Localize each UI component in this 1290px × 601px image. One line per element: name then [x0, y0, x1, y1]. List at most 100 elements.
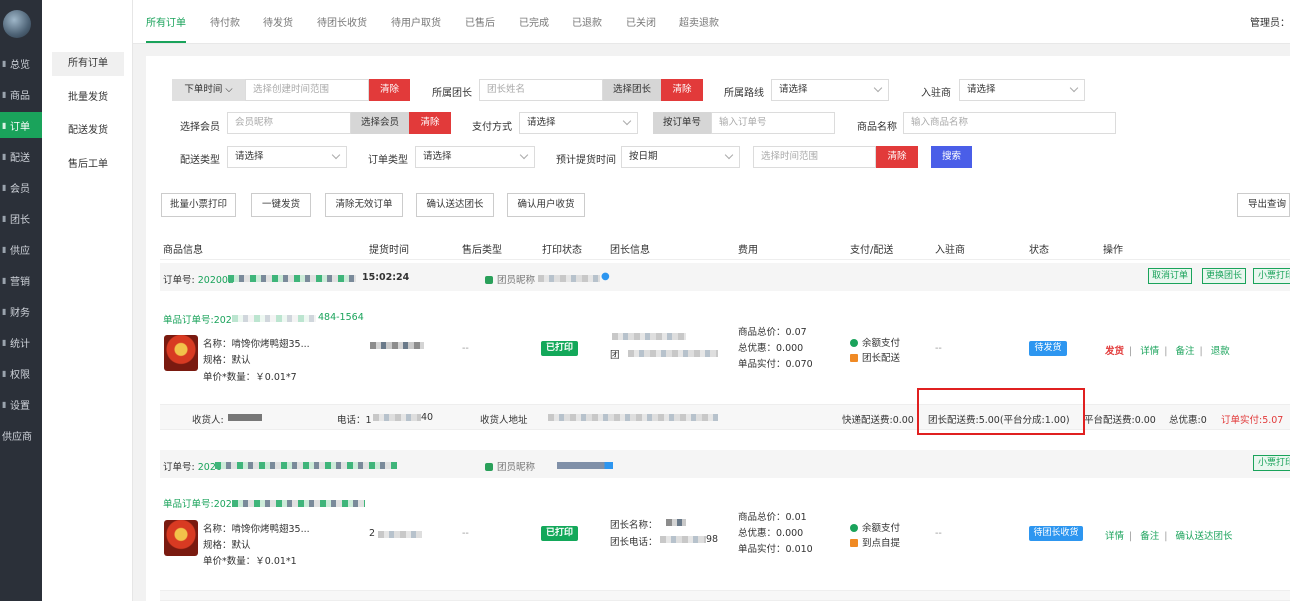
delivery-icon: ▮	[2, 151, 7, 161]
order-no-input[interactable]: 输入订单号	[711, 112, 835, 134]
goods-price-qty: 单价*数量：￥0.01*7	[203, 372, 297, 383]
sidebar-item-member[interactable]: ▮ 会员	[0, 174, 42, 200]
choose-member-button[interactable]: 选择会员	[351, 112, 409, 134]
leader-prefix: 团	[610, 350, 620, 361]
route-select[interactable]: 请选择	[771, 79, 889, 101]
tab-pending-leader-receipt[interactable]: 待团长收货	[317, 14, 367, 29]
sidebar-item-delivery[interactable]: ▮ 配送	[0, 143, 42, 169]
sidebar-item-settings[interactable]: ▮ 设置	[0, 391, 42, 417]
confirm-user-receipt-button[interactable]: 确认用户收货	[507, 193, 585, 217]
clear-invalid-orders-button[interactable]: 清除无效订单	[325, 193, 403, 217]
clear-pickup-time-button[interactable]: 清除	[876, 146, 918, 168]
subnav-after-sale[interactable]: 售后工单	[52, 153, 124, 177]
goods-name-input[interactable]: 输入商品名称	[903, 112, 1116, 134]
order-time-range-input[interactable]: 选择创建时间范围	[245, 79, 369, 101]
redacted-leader-name	[666, 519, 686, 526]
express-fee: 快递配送费:0.00	[842, 415, 914, 426]
merchant-select[interactable]: 请选择	[959, 79, 1085, 101]
ship-link[interactable]: 发货	[1105, 346, 1124, 357]
sidebar-item-marketing[interactable]: ▮ 营销	[0, 267, 42, 293]
payment-select[interactable]: 请选择	[519, 112, 638, 134]
tab-closed[interactable]: 已关闭	[626, 14, 656, 29]
sidebar-item-supply[interactable]: ▮ 供应	[0, 236, 42, 262]
choose-leader-button[interactable]: 选择团长	[603, 79, 661, 101]
subnav-batch-ship[interactable]: 批量发货	[52, 86, 124, 110]
clear-member-button[interactable]: 清除	[409, 112, 451, 134]
col-fee: 费用	[738, 245, 758, 256]
tab-all-orders[interactable]: 所有订单	[146, 14, 186, 29]
one-click-ship-button[interactable]: 一键发货	[251, 193, 311, 217]
order-time-dropdown[interactable]: 下单时间 ⌵	[172, 79, 245, 101]
batch-receipt-print-button[interactable]: 批量小票打印	[161, 193, 236, 217]
tab-pending-shipment[interactable]: 待发货	[263, 14, 293, 29]
detail-link[interactable]: 详情	[1140, 346, 1159, 357]
payment-label: 支付方式	[472, 122, 512, 133]
redacted-leader-name	[612, 333, 686, 340]
pickup-time-mode-select[interactable]: 按日期	[621, 146, 740, 168]
tab-pending-user-pickup[interactable]: 待用户取货	[391, 14, 441, 29]
col-after-sale: 售后类型	[462, 245, 502, 256]
sidebar-item-orders[interactable]: ▮ 订单	[0, 112, 42, 138]
order-type-select[interactable]: 请选择	[415, 146, 535, 168]
tab-pending-payment[interactable]: 待付款	[210, 14, 240, 29]
remark-link[interactable]: 备注	[1140, 531, 1159, 542]
sidebar-item-supplier[interactable]: 供应商	[0, 422, 42, 448]
search-button[interactable]: 搜索	[931, 146, 972, 168]
sidebar-item-goods[interactable]: ▮ 商品	[0, 81, 42, 107]
print-receipt-button[interactable]: 小票打印	[1253, 455, 1290, 471]
fee-discount: 总优惠：0.000	[738, 528, 804, 539]
avatar[interactable]	[3, 10, 31, 38]
clear-leader-button[interactable]: 清除	[661, 79, 703, 101]
tab-oversell-refund[interactable]: 超卖退款	[679, 14, 719, 29]
tab-completed[interactable]: 已完成	[519, 14, 549, 29]
sidebar-item-stats[interactable]: ▮ 统计	[0, 329, 42, 355]
col-pay-delivery: 支付/配送	[850, 245, 894, 256]
confirm-delivered-to-leader-button[interactable]: 确认送达团长	[416, 193, 494, 217]
goods-price-qty: 单价*数量：￥0.01*1	[203, 556, 297, 567]
delivery-type-select[interactable]: 请选择	[227, 146, 347, 168]
redacted-order-number	[228, 275, 356, 282]
export-query-button[interactable]: 导出查询	[1237, 193, 1290, 217]
sidebar-item-permission[interactable]: ▮ 权限	[0, 360, 42, 386]
cancel-order-button[interactable]: 取消订单	[1148, 268, 1192, 284]
confirm-delivered-link[interactable]: 确认送达团长	[1176, 531, 1233, 542]
tab-after-sale[interactable]: 已售后	[465, 14, 495, 29]
fee-total: 商品总价：0.01	[738, 512, 807, 523]
print-receipt-button[interactable]: 小票打印	[1253, 268, 1290, 284]
clear-order-time-button[interactable]: 清除	[369, 79, 410, 101]
product-thumbnail[interactable]	[164, 520, 198, 556]
member-nickname-input[interactable]: 会员昵称	[227, 112, 351, 134]
leader-label: 所属团长	[432, 88, 472, 99]
leader-phone-label: 团长电话：	[610, 537, 658, 548]
detail-link[interactable]: 详情	[1105, 531, 1124, 542]
delivery-method: 到点自提	[850, 535, 900, 549]
subnav-all-orders[interactable]: 所有订单	[52, 52, 124, 76]
receiver-address-label: 收货人地址	[480, 415, 528, 426]
refund-link[interactable]: 退款	[1211, 346, 1230, 357]
product-thumbnail[interactable]	[164, 335, 198, 371]
leader-icon: ▮	[2, 213, 7, 223]
pickup-time-label: 预计提货时间	[556, 155, 616, 166]
pickup-time-range-input[interactable]: 选择时间范围	[753, 146, 876, 168]
sidebar-item-leader[interactable]: ▮ 团长	[0, 205, 42, 231]
tab-refunded[interactable]: 已退款	[572, 14, 602, 29]
member-icon: ▮	[2, 182, 7, 192]
sidebar-item-overview[interactable]: ▮ 总览	[0, 50, 42, 76]
redacted-receiver-name	[228, 414, 262, 421]
remark-link[interactable]: 备注	[1176, 346, 1195, 357]
chevron-down-icon	[622, 116, 632, 126]
goods-spec: 规格：默认	[203, 355, 251, 366]
chat-icon[interactable]: ●	[601, 271, 610, 282]
leader-phone-suffix: 98	[706, 534, 719, 545]
sidebar-item-finance[interactable]: ▮ 财务	[0, 298, 42, 324]
goods-icon: ▮	[2, 89, 7, 99]
after-sale-type: --	[462, 343, 469, 354]
print-status-badge: 已打印	[541, 341, 578, 356]
leader-name-input[interactable]: 团长姓名	[479, 79, 603, 101]
change-leader-button[interactable]: 更换团长	[1202, 268, 1246, 284]
receiver-label: 收货人:	[192, 415, 224, 426]
subnav-delivery-ship[interactable]: 配送发货	[52, 119, 124, 143]
admin-label: 管理员：	[1250, 18, 1290, 29]
col-operations: 操作	[1103, 245, 1123, 256]
order-no-button[interactable]: 按订单号	[653, 112, 711, 134]
